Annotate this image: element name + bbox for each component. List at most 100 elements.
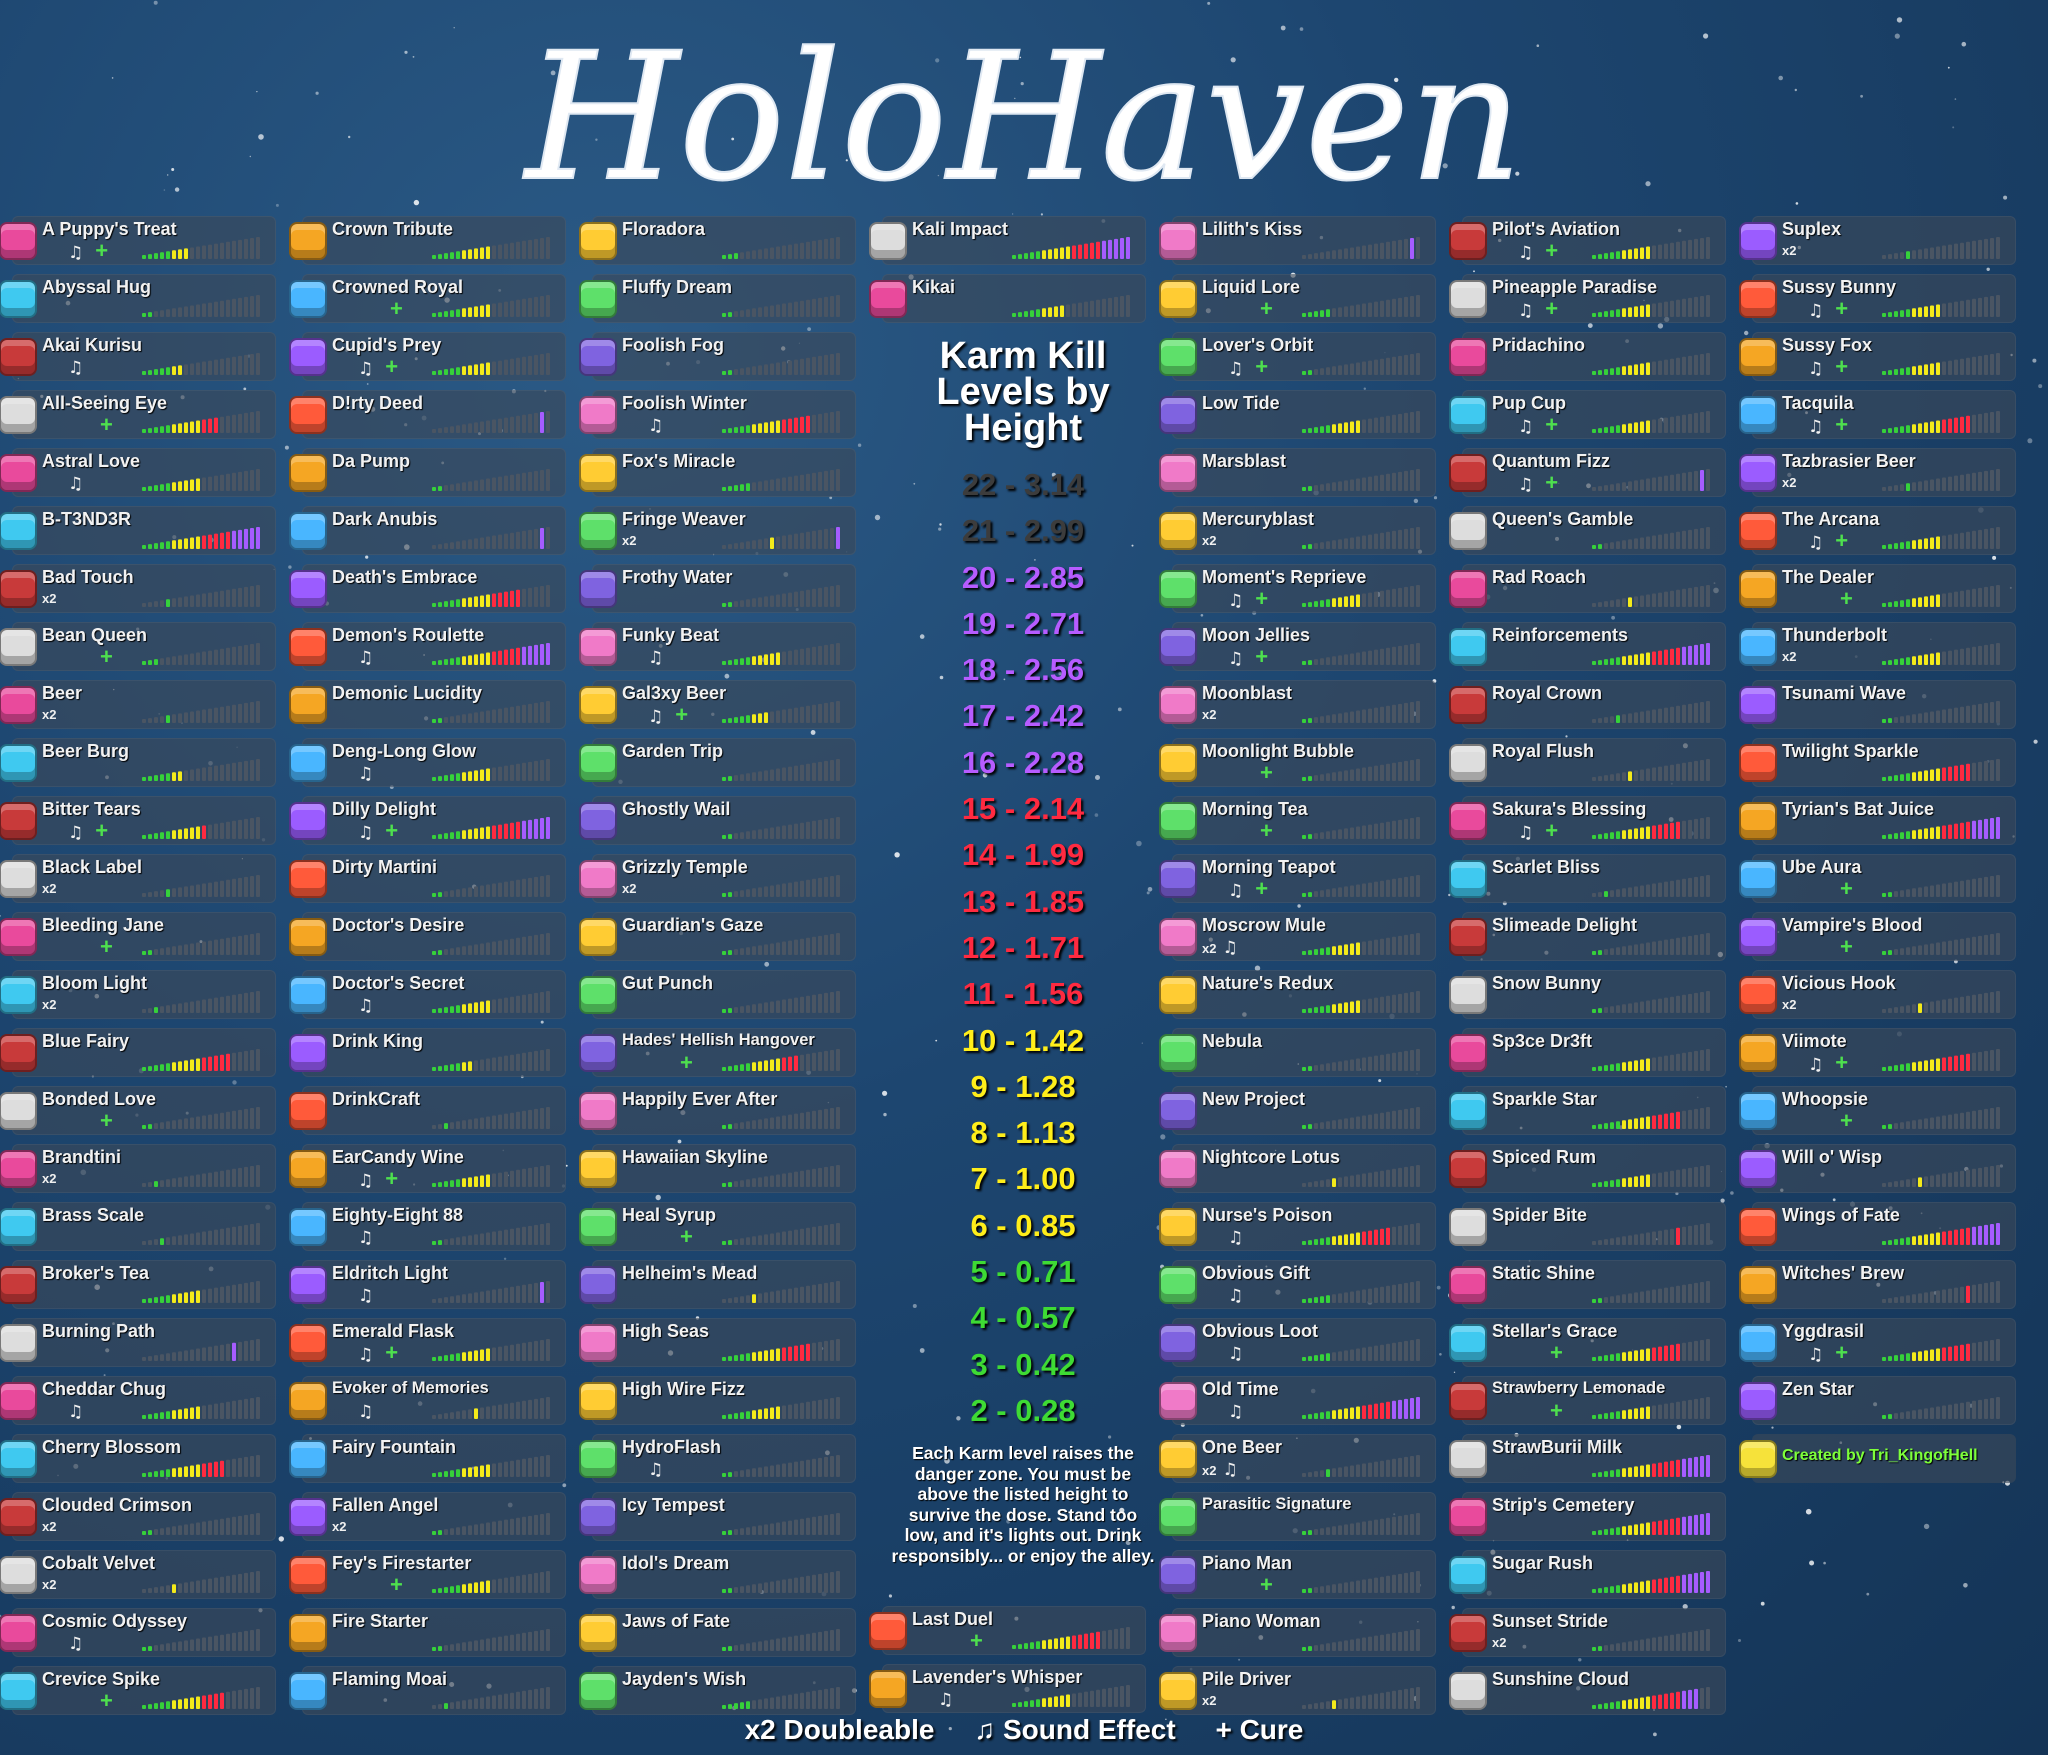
drink-card[interactable]: Astral Love ♫ (0, 448, 276, 497)
drink-card[interactable]: Sunset Stride x2 (1449, 1608, 1726, 1657)
drink-card[interactable]: Pup Cup ♫ + (1449, 390, 1726, 439)
drink-card[interactable]: Sussy Bunny ♫ + (1739, 274, 2016, 323)
drink-card[interactable]: Bean Queen + (0, 622, 276, 671)
drink-card[interactable]: Lover's Orbit ♫ + (1159, 332, 1436, 381)
drink-card[interactable]: Nightcore Lotus (1159, 1144, 1436, 1193)
drink-card[interactable]: Last Duel + (869, 1606, 1146, 1655)
drink-card[interactable]: Doctor's Secret ♫ (289, 970, 566, 1019)
drink-card[interactable]: Cobalt Velvet x2 (0, 1550, 276, 1599)
drink-card[interactable]: Bleeding Jane + (0, 912, 276, 961)
drink-card[interactable]: Flaming Moai (289, 1666, 566, 1715)
drink-card[interactable]: Dark Anubis (289, 506, 566, 555)
drink-card[interactable]: Demon's Roulette ♫ (289, 622, 566, 671)
drink-card[interactable]: DrinkCraft (289, 1086, 566, 1135)
drink-card[interactable]: Floradora (579, 216, 856, 265)
drink-card[interactable]: Twilight Sparkle (1739, 738, 2016, 787)
drink-card[interactable]: Fey's Firestarter + (289, 1550, 566, 1599)
drink-card[interactable]: Bitter Tears ♫ + (0, 796, 276, 845)
drink-card[interactable]: New Project (1159, 1086, 1436, 1135)
drink-card[interactable]: Death's Embrace (289, 564, 566, 613)
drink-card[interactable]: Morning Tea + (1159, 796, 1436, 845)
drink-card[interactable]: Cherry Blossom (0, 1434, 276, 1483)
drink-card[interactable]: Jaws of Fate (579, 1608, 856, 1657)
drink-card[interactable]: One Beer x2 ♫ (1159, 1434, 1436, 1483)
drink-card[interactable]: Idol's Dream (579, 1550, 856, 1599)
drink-card[interactable]: Abyssal Hug (0, 274, 276, 323)
drink-card[interactable]: Beer x2 (0, 680, 276, 729)
drink-card[interactable]: Pridachino (1449, 332, 1726, 381)
drink-card[interactable]: Emerald Flask ♫ + (289, 1318, 566, 1367)
drink-card[interactable]: Liquid Lore + (1159, 274, 1436, 323)
drink-card[interactable]: High Wire Fizz (579, 1376, 856, 1425)
drink-card[interactable]: Ghostly Wail (579, 796, 856, 845)
drink-card[interactable]: Moscrow Mule x2 ♫ (1159, 912, 1436, 961)
drink-card[interactable]: Lilith's Kiss (1159, 216, 1436, 265)
drink-card[interactable]: Fringe Weaver x2 (579, 506, 856, 555)
drink-card[interactable]: Da Pump (289, 448, 566, 497)
drink-card[interactable]: Lavender's Whisper ♫ (869, 1664, 1146, 1713)
drink-card[interactable]: EarCandy Wine ♫ + (289, 1144, 566, 1193)
drink-card[interactable]: Tacquila ♫ + (1739, 390, 2016, 439)
drink-card[interactable]: Sparkle Star (1449, 1086, 1726, 1135)
drink-card[interactable]: Stellar's Grace + (1449, 1318, 1726, 1367)
drink-card[interactable]: Nebula (1159, 1028, 1436, 1077)
drink-card[interactable]: Mercuryblast x2 (1159, 506, 1436, 555)
drink-card[interactable]: All-Seeing Eye + (0, 390, 276, 439)
drink-card[interactable]: Tyrian's Bat Juice (1739, 796, 2016, 845)
drink-card[interactable]: The Arcana ♫ + (1739, 506, 2016, 555)
drink-card[interactable]: Helheim's Mead (579, 1260, 856, 1309)
drink-card[interactable]: Dirty Martini (289, 854, 566, 903)
drink-card[interactable]: Strawberry Lemonade + (1449, 1376, 1726, 1425)
drink-card[interactable]: Scarlet Bliss (1449, 854, 1726, 903)
drink-card[interactable]: Kali Impact (869, 216, 1146, 265)
drink-card[interactable]: Reinforcements (1449, 622, 1726, 671)
drink-card[interactable]: Suplex x2 (1739, 216, 2016, 265)
drink-card[interactable]: Moon Jellies ♫ + (1159, 622, 1436, 671)
drink-card[interactable]: Royal Crown (1449, 680, 1726, 729)
drink-card[interactable]: Slimeade Delight (1449, 912, 1726, 961)
drink-card[interactable]: Cosmic Odyssey ♫ (0, 1608, 276, 1657)
drink-card[interactable]: Wings of Fate (1739, 1202, 2016, 1251)
drink-card[interactable]: B-T3ND3R (0, 506, 276, 555)
drink-card[interactable]: Bonded Love + (0, 1086, 276, 1135)
drink-card[interactable]: Brass Scale (0, 1202, 276, 1251)
drink-card[interactable]: Hawaiian Skyline (579, 1144, 856, 1193)
drink-card[interactable]: Tazbrasier Beer x2 (1739, 448, 2016, 497)
drink-card[interactable]: Beer Burg (0, 738, 276, 787)
drink-card[interactable]: Hades' Hellish Hangover + (579, 1028, 856, 1077)
drink-card[interactable]: Cupid's Prey ♫ + (289, 332, 566, 381)
drink-card[interactable]: Kikai (869, 274, 1146, 323)
drink-card[interactable]: Drink King (289, 1028, 566, 1077)
drink-card[interactable]: Bloom Light x2 (0, 970, 276, 1019)
drink-card[interactable]: Sakura's Blessing ♫ + (1449, 796, 1726, 845)
drink-card[interactable]: Gut Punch (579, 970, 856, 1019)
drink-card[interactable]: Fire Starter (289, 1608, 566, 1657)
drink-card[interactable]: Evoker of Memories ♫ (289, 1376, 566, 1425)
drink-card[interactable]: Moonlight Bubble + (1159, 738, 1436, 787)
drink-card[interactable]: Witches' Brew (1739, 1260, 2016, 1309)
drink-card[interactable]: Eighty-Eight 88 ♫ (289, 1202, 566, 1251)
drink-card[interactable]: Foolish Winter ♫ (579, 390, 856, 439)
drink-card[interactable]: The Dealer + (1739, 564, 2016, 613)
drink-card[interactable]: Ube Aura + (1739, 854, 2016, 903)
drink-card[interactable]: Will o' Wisp (1739, 1144, 2016, 1193)
drink-card[interactable]: Eldritch Light ♫ (289, 1260, 566, 1309)
drink-card[interactable]: Static Shine (1449, 1260, 1726, 1309)
drink-card[interactable]: Nurse's Poison ♫ (1159, 1202, 1436, 1251)
drink-card[interactable]: Brandtini x2 (0, 1144, 276, 1193)
drink-card[interactable]: Frothy Water (579, 564, 856, 613)
drink-card[interactable]: Pineapple Paradise ♫ + (1449, 274, 1726, 323)
drink-card[interactable]: Zen Star (1739, 1376, 2016, 1425)
drink-card[interactable]: Tsunami Wave (1739, 680, 2016, 729)
drink-card[interactable]: Guardian's Gaze (579, 912, 856, 961)
drink-card[interactable]: Fluffy Dream (579, 274, 856, 323)
drink-card[interactable]: Pile Driver x2 (1159, 1666, 1436, 1715)
drink-card[interactable]: Vampire's Blood + (1739, 912, 2016, 961)
drink-card[interactable]: Obvious Gift ♫ (1159, 1260, 1436, 1309)
drink-card[interactable]: Low Tide (1159, 390, 1436, 439)
drink-card[interactable]: Fairy Fountain (289, 1434, 566, 1483)
drink-card[interactable]: Crown Tribute (289, 216, 566, 265)
drink-card[interactable]: Marsblast (1159, 448, 1436, 497)
drink-card[interactable]: Sunshine Cloud (1449, 1666, 1726, 1715)
drink-card[interactable]: Icy Tempest (579, 1492, 856, 1541)
